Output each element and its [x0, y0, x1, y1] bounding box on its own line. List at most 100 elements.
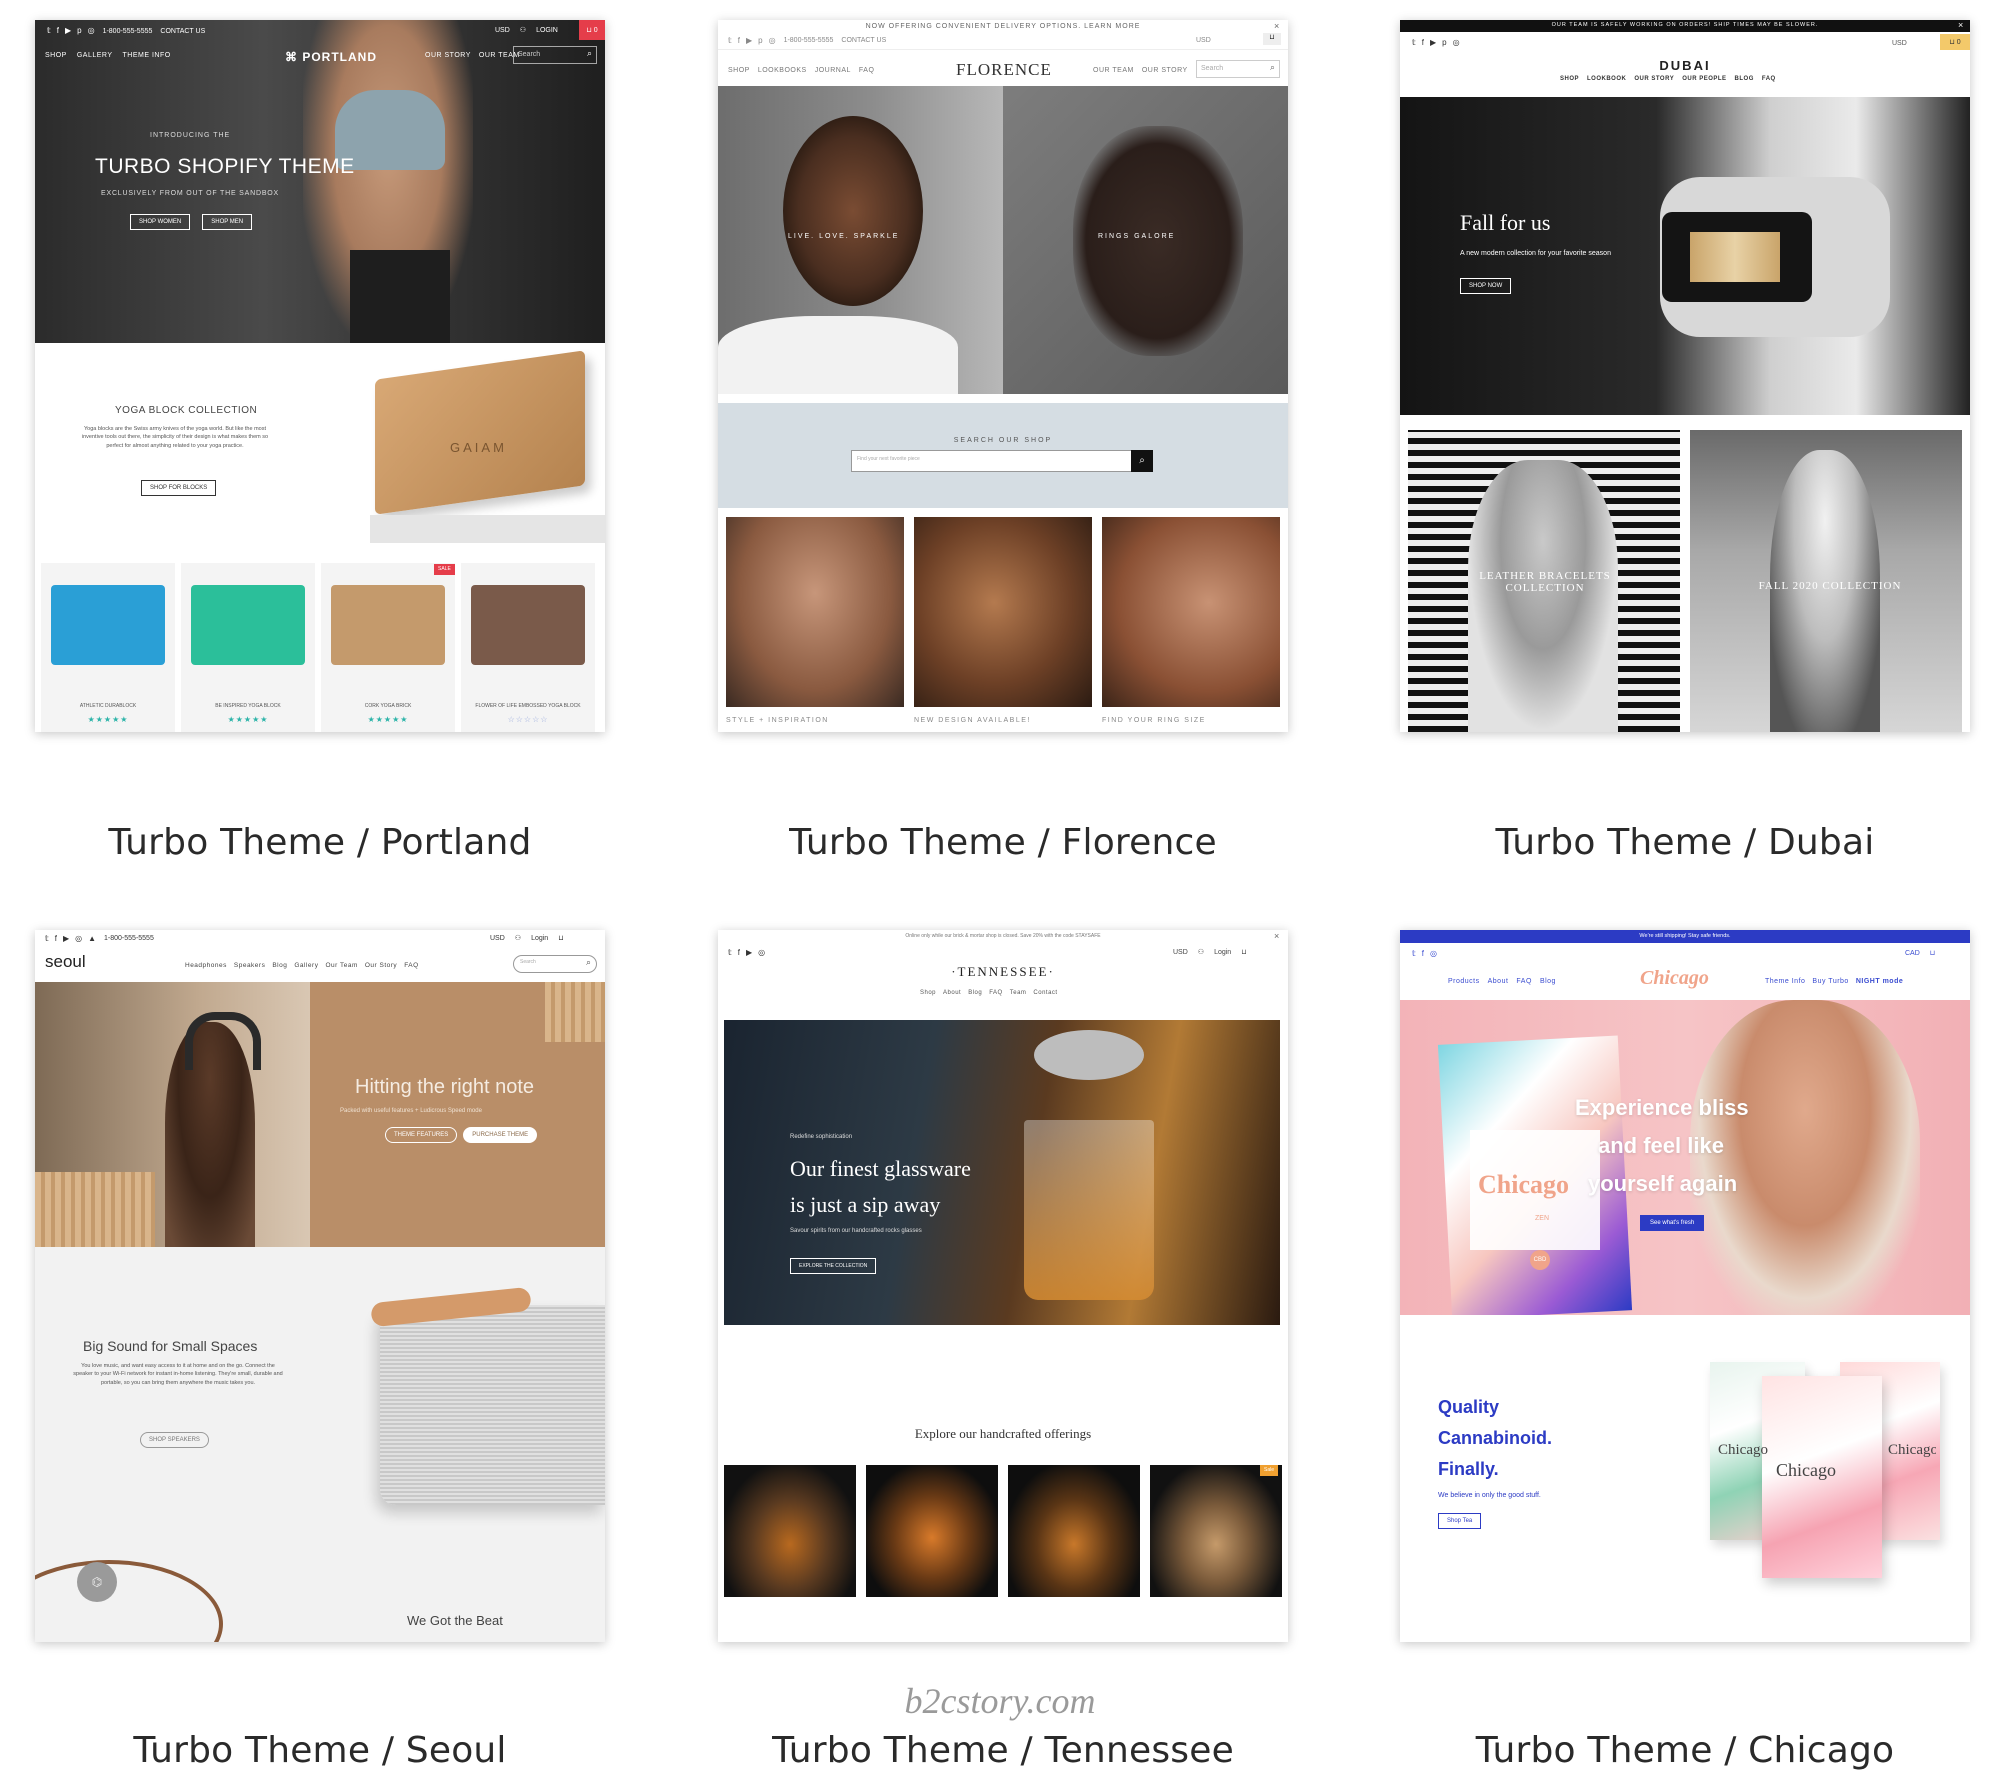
cart-icon[interactable]: ⊔	[1930, 950, 1935, 957]
search-icon[interactable]: ⌕	[587, 48, 592, 59]
login-link[interactable]: LOGIN	[536, 27, 558, 34]
product-name[interactable]: CORK YOGA BRICK	[321, 703, 455, 709]
theme-card-seoul[interactable]: 𝕥 f ▶ ◎ ▲ 1-800-555-5555 USD ⚇ Login ⊔ seoul…	[35, 930, 605, 1642]
night-mode-toggle[interactable]: NIGHT mode	[1856, 978, 1903, 985]
shop-tea-button[interactable]: Shop Tea	[1438, 1513, 1482, 1529]
bell-icon[interactable]: ▲	[88, 935, 96, 943]
nav-item-blog[interactable]: BLOG	[1735, 76, 1754, 82]
search-input[interactable]: Search ⌕	[513, 46, 597, 64]
nav-item-faq[interactable]: FAQ	[1762, 76, 1776, 82]
youtube-icon[interactable]: ▶	[63, 935, 69, 943]
phone-number[interactable]: 1-800-555-5555	[104, 935, 154, 943]
store-logo[interactable]: ⌘ PORTLAND	[285, 50, 377, 64]
product-image[interactable]	[724, 1465, 856, 1597]
nav-item-lookbooks[interactable]: LOOKBOOKS	[758, 67, 807, 74]
tile-image[interactable]	[914, 517, 1092, 707]
tile-label[interactable]: FALL 2020 COLLECTION	[1720, 580, 1940, 592]
product-card[interactable]: FLOWER OF LIFE EMBOSSED YOGA BLOCK ☆☆☆☆☆	[461, 563, 595, 732]
shop-now-button[interactable]: SHOP NOW	[1460, 278, 1512, 294]
social-icons[interactable]: 𝕥 f ▶ ◎ ▲	[45, 935, 96, 943]
nav-item-speakers[interactable]: Speakers	[234, 962, 265, 969]
tile-image[interactable]	[1102, 517, 1280, 707]
nav-item-about[interactable]: About	[1488, 978, 1509, 985]
currency-select[interactable]: USD	[490, 935, 505, 942]
pinterest-icon[interactable]: p	[77, 27, 81, 35]
nav-item-about[interactable]: About	[943, 990, 961, 996]
nav-item-contact[interactable]: Contact	[1033, 990, 1057, 996]
product-card[interactable]: CORK YOGA BRICK ★★★★★	[321, 563, 455, 732]
twitter-icon[interactable]: 𝕥	[728, 948, 732, 957]
instagram-icon[interactable]: ◎	[1430, 949, 1437, 958]
nav-item-lookbook[interactable]: LOOKBOOK	[1587, 76, 1626, 82]
theme-features-button[interactable]: THEME FEATURES	[385, 1127, 458, 1143]
user-icon[interactable]: ⚇	[1198, 949, 1204, 956]
facebook-icon[interactable]: f	[1422, 38, 1424, 47]
theme-card-dubai[interactable]: OUR TEAM IS SAFELY WORKING ON ORDERS! SH…	[1400, 20, 1970, 732]
facebook-icon[interactable]: f	[55, 935, 57, 943]
theme-card-tennessee[interactable]: Online only while our brick & mortar sho…	[718, 930, 1288, 1642]
nav-item-our-story[interactable]: OUR STORY	[1142, 67, 1188, 74]
nav-item-faq[interactable]: FAQ	[404, 962, 419, 969]
nav-item-our-story[interactable]: Our Story	[365, 962, 397, 969]
tile-image[interactable]	[726, 517, 904, 707]
nav-item-theme-info[interactable]: THEME INFO	[123, 52, 171, 59]
youtube-icon[interactable]: ▶	[746, 37, 752, 45]
phone-number[interactable]: 1-800-555-5555	[784, 37, 834, 45]
contact-link[interactable]: CONTACT US	[841, 37, 886, 45]
nav-item-our-team[interactable]: Our Team	[325, 962, 357, 969]
contact-link[interactable]: CONTACT US	[160, 28, 205, 35]
search-icon[interactable]: ⌕	[1270, 62, 1275, 73]
theme-card-florence[interactable]: NOW OFFERING CONVENIENT DELIVERY OPTIONS…	[718, 20, 1288, 732]
theme-card-chicago[interactable]: We're still shipping! Stay safe friends.…	[1400, 930, 1970, 1642]
product-name[interactable]: BE INSPIRED YOGA BLOCK	[181, 703, 315, 709]
nav-item-journal[interactable]: JOURNAL	[815, 67, 851, 74]
search-submit-button[interactable]: ⌕	[1131, 450, 1153, 472]
pinterest-icon[interactable]: p	[758, 37, 762, 45]
cart-icon[interactable]: ⊔	[1241, 949, 1246, 956]
phone-number[interactable]: 1-800-555-5555	[103, 28, 153, 35]
twitter-icon[interactable]: 𝕥	[728, 37, 732, 45]
nav-item-theme-info[interactable]: Theme Info	[1765, 978, 1805, 985]
twitter-icon[interactable]: 𝕥	[45, 935, 49, 943]
nav-item-blog[interactable]: Blog	[1540, 978, 1556, 985]
nav-item-shop[interactable]: SHOP	[45, 52, 67, 59]
close-icon[interactable]: ×	[1274, 931, 1279, 941]
tile-label[interactable]: STYLE + INSPIRATION	[726, 717, 829, 724]
instagram-icon[interactable]: ◎	[75, 935, 82, 943]
currency-select[interactable]: USD	[1196, 37, 1211, 44]
nav-item-faq[interactable]: FAQ	[989, 990, 1003, 996]
user-icon[interactable]: ⚇	[515, 935, 521, 942]
product-image[interactable]	[1008, 1465, 1140, 1597]
nav-item-buy-turbo[interactable]: Buy Turbo	[1812, 978, 1848, 985]
login-link[interactable]: Login	[1214, 949, 1231, 956]
cart-button[interactable]: ⊔ 0	[1940, 34, 1970, 50]
nav-item-gallery[interactable]: Gallery	[294, 962, 318, 969]
twitter-icon[interactable]: 𝕥	[1412, 949, 1416, 958]
cart-button[interactable]: ⊔ 0	[579, 20, 605, 40]
currency-select[interactable]: USD	[1892, 40, 1907, 47]
nav-item-faq[interactable]: FAQ	[859, 67, 875, 74]
cart-icon[interactable]: ⊔	[558, 935, 563, 942]
nav-item-shop[interactable]: Shop	[920, 990, 936, 996]
shop-search-input[interactable]: Find your next favorite piece	[851, 450, 1133, 472]
nav-item-faq[interactable]: FAQ	[1516, 978, 1532, 985]
social-icons[interactable]: 𝕥 f ▶ p ◎	[1412, 38, 1460, 47]
shop-speakers-button[interactable]: SHOP SPEAKERS	[140, 1432, 209, 1448]
product-card[interactable]: ATHLETIC DURABLOCK ★★★★★	[41, 563, 175, 732]
see-whats-fresh-button[interactable]: See what's fresh	[1640, 1215, 1705, 1231]
announcement-bar[interactable]: Online only while our brick & mortar sho…	[718, 934, 1288, 939]
nav-item-blog[interactable]: Blog	[272, 962, 287, 969]
shop-blocks-button[interactable]: SHOP FOR BLOCKS	[141, 480, 217, 496]
nav-item-our-team[interactable]: OUR TEAM	[1093, 67, 1134, 74]
youtube-icon[interactable]: ▶	[746, 948, 752, 957]
product-image[interactable]	[866, 1465, 998, 1597]
store-logo[interactable]: seoul	[45, 952, 86, 972]
tile-label[interactable]: FIND YOUR RING SIZE	[1102, 717, 1206, 724]
facebook-icon[interactable]: f	[1422, 949, 1424, 958]
twitter-icon[interactable]: 𝕥	[47, 27, 51, 35]
nav-item-our-people[interactable]: OUR PEOPLE	[1682, 76, 1726, 82]
shop-women-button[interactable]: SHOP WOMEN	[130, 214, 191, 230]
nav-item-blog[interactable]: Blog	[968, 990, 982, 996]
store-logo[interactable]: FLORENCE	[956, 60, 1052, 80]
tile-label[interactable]: LEATHER BRACELETS COLLECTION	[1460, 570, 1630, 594]
